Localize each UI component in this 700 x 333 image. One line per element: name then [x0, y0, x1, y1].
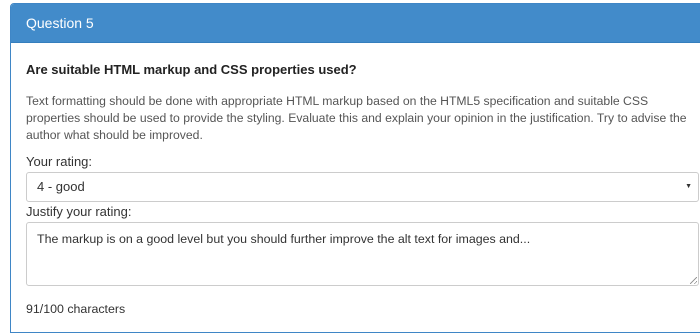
question-title: Are suitable HTML markup and CSS propert… — [26, 62, 357, 77]
panel-body: Are suitable HTML markup and CSS propert… — [11, 62, 700, 317]
justification-text: The markup is on a good level but you sh… — [37, 232, 531, 246]
resize-handle-icon[interactable] — [690, 277, 697, 284]
justification-textarea[interactable]: The markup is on a good level but you sh… — [26, 222, 699, 286]
justification-label: Justify your rating: — [26, 204, 132, 219]
character-count: 91/100 characters — [26, 302, 126, 316]
caret-down-icon[interactable]: ▼ — [685, 173, 692, 201]
rating-select[interactable]: 4 - good ▼ — [26, 172, 699, 202]
rating-label: Your rating: — [26, 154, 93, 169]
question-panel: Question 5 Are suitable HTML markup and … — [10, 3, 700, 333]
rating-selected-value: 4 - good — [37, 179, 85, 194]
panel-heading: Question 5 — [11, 4, 700, 43]
question-description: Text formatting should be done with appr… — [26, 94, 687, 142]
